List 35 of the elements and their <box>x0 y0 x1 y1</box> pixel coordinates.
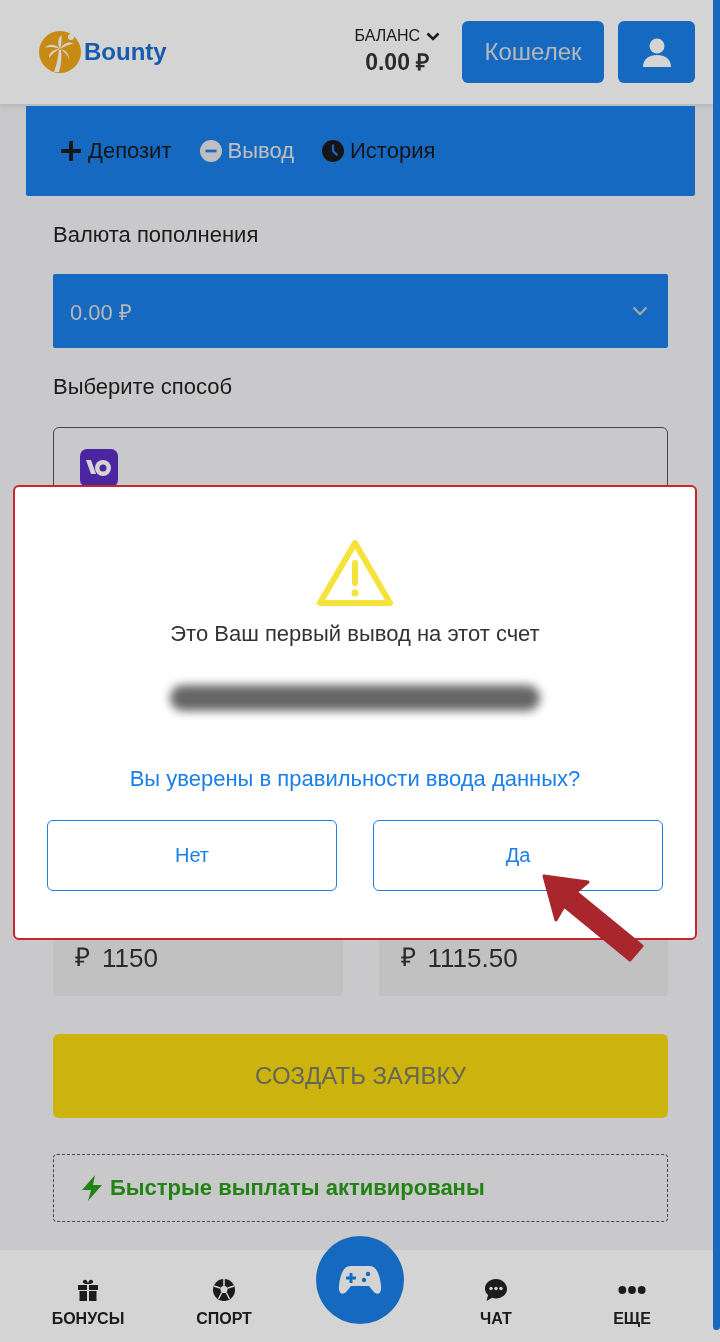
scrollbar[interactable] <box>713 0 720 1330</box>
balance-label: БАЛАНС <box>354 27 420 45</box>
fast-payouts-text: Быстрые выплаты активированы <box>110 1175 485 1201</box>
field-label: Выберите способ <box>53 373 233 400</box>
tab[interactable]: Вывод <box>199 138 294 164</box>
user-icon <box>641 37 672 67</box>
dialog-button[interactable]: Нет <box>47 820 337 891</box>
tab[interactable]: История <box>322 138 436 164</box>
clock-icon <box>322 140 344 162</box>
minus-circle-icon <box>199 140 222 162</box>
dialog-question: Вы уверены в правильности ввода данных? <box>129 766 581 792</box>
tab[interactable]: Депозит <box>60 138 172 164</box>
nav-item[interactable]: ЧАТ <box>428 1250 564 1342</box>
chat-icon <box>484 1278 508 1302</box>
logo-text: Bounty <box>84 38 167 66</box>
gamepad-icon <box>338 1264 382 1296</box>
nav-item[interactable]: ЕЩЕ <box>564 1250 700 1342</box>
nav-item[interactable]: СПОРТ <box>156 1250 292 1342</box>
more-icon <box>618 1285 646 1295</box>
plus-icon <box>60 140 82 162</box>
balance-amount: 0.00 ₽ <box>365 48 430 77</box>
wallet-button[interactable]: Кошелек <box>462 21 604 83</box>
chevron-down-icon <box>632 306 648 316</box>
warning-icon <box>316 539 394 607</box>
currency-select[interactable]: 0.00 ₽ <box>53 274 668 348</box>
profile-button[interactable] <box>618 21 695 83</box>
soccer-ball-icon <box>212 1278 236 1302</box>
field-label: Валюта пополнения <box>53 221 260 248</box>
nav-item[interactable]: БОНУСЫ <box>20 1250 156 1342</box>
dialog-button[interactable]: Да <box>373 820 663 891</box>
chevron-down-icon[interactable] <box>426 31 440 41</box>
dialog-message: Это Ваш первый вывод на этот счет <box>170 621 540 647</box>
gift-icon <box>76 1278 100 1302</box>
lightning-icon <box>80 1175 104 1201</box>
palm-logo-icon <box>38 30 82 74</box>
